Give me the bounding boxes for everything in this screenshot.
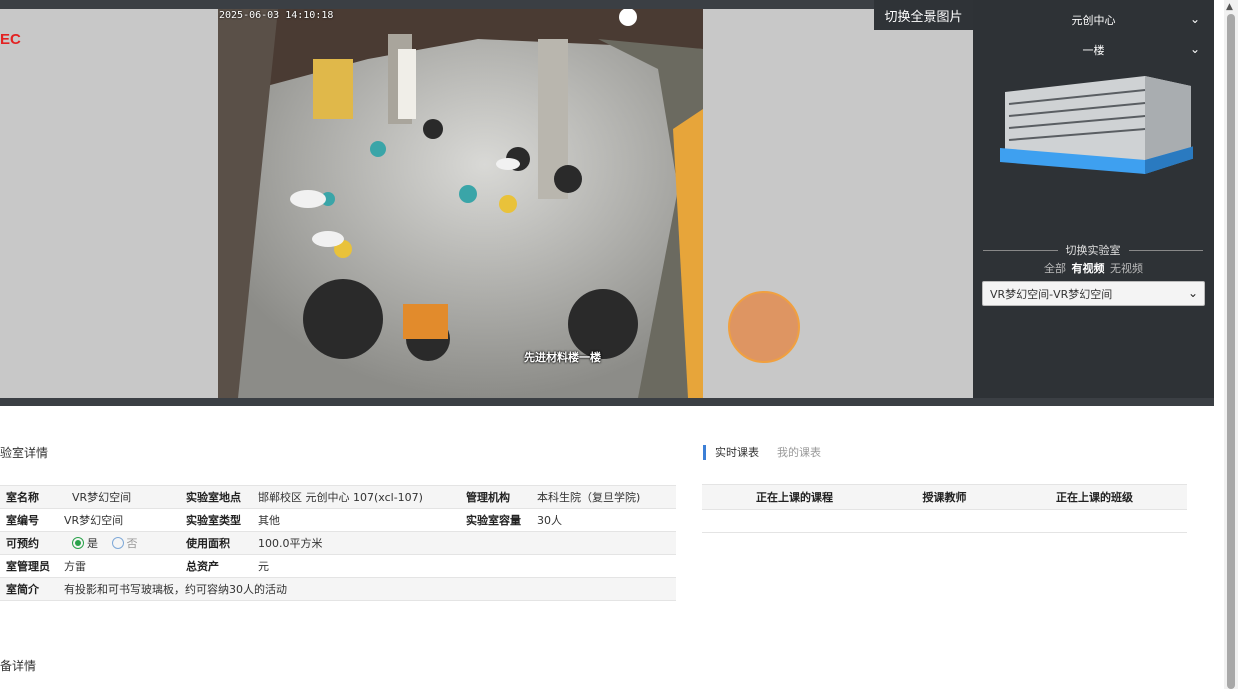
schedule-tabs: 实时课表 我的课表 — [703, 444, 839, 460]
table-row: 室名称 VR梦幻空间 实验室地点 邯郸校区 元创中心 107(xcl-107) … — [0, 485, 676, 509]
value: 本科生院（复旦学院) — [531, 485, 676, 509]
page-scrollbar[interactable]: ▲ — [1224, 0, 1238, 689]
floor-selector[interactable]: 一楼 ⌄ — [973, 39, 1214, 61]
value: 邯郸校区 元创中心 107(xcl-107) — [252, 485, 460, 509]
label: 实验室地点 — [180, 485, 252, 509]
column-header: 正在上课的课程 — [702, 484, 887, 510]
schedule-table: 正在上课的课程 授课教师 正在上课的班级 — [702, 484, 1187, 533]
radio-no-label: 否 — [126, 536, 138, 550]
radio-unchecked-icon — [111, 536, 124, 549]
label: 室管理员 — [0, 554, 58, 578]
table-row: 室编号 VR梦幻空间 实验室类型 其他 实验室容量 30人 — [0, 508, 676, 532]
building-3d-image[interactable] — [995, 72, 1193, 178]
label: 可预约 — [0, 531, 58, 555]
switch-lab-heading: 切换实验室 — [983, 242, 1203, 258]
radio-yes[interactable]: 是 — [72, 535, 98, 551]
divider — [1128, 249, 1203, 251]
table-header-row: 正在上课的课程 授课教师 正在上课的班级 — [702, 484, 1187, 510]
lab-select[interactable]: VR梦幻空间-VR梦幻空间 ⌄ — [982, 281, 1205, 306]
radio-checked-icon — [72, 536, 84, 549]
tab-my-schedule[interactable]: 我的课表 — [777, 444, 821, 460]
filter-all[interactable]: 全部 — [1044, 262, 1066, 275]
switch-panorama-button[interactable]: 切换全景图片 — [874, 0, 973, 30]
location-panel: 元创中心 ⌄ 一楼 ⌄ 切换实验室 全部 有视频 无视频 VR梦幻空间-VR梦幻… — [973, 0, 1214, 398]
label: 实验室类型 — [180, 508, 252, 532]
lab-filter-group: 全部 有视频 无视频 — [973, 260, 1214, 276]
chevron-down-icon: ⌄ — [1189, 12, 1200, 26]
label: 室名称 — [0, 485, 58, 509]
lab-details-title: 验室详情 — [0, 446, 49, 460]
label: 室编号 — [0, 508, 58, 532]
scroll-up-arrow-icon[interactable]: ▲ — [1226, 2, 1233, 12]
building-selector[interactable]: 元创中心 ⌄ — [973, 9, 1214, 31]
table-row: 室简介 有投影和可书写玻璃板，约可容纳30人的活动 — [0, 577, 676, 601]
value: 100.0平方米 — [252, 531, 460, 555]
value: VR梦幻空间 — [58, 508, 180, 532]
empty-cell — [460, 554, 531, 578]
camera-location-label: 先进材料楼一楼 — [524, 351, 601, 364]
scrollbar-thumb[interactable] — [1227, 14, 1235, 689]
brand-logo: EC — [0, 31, 21, 48]
page: EC 2025-06-03 14:10:18 先进材料楼一楼 切换全景图片 元创… — [0, 0, 1238, 689]
radio-yes-label: 是 — [87, 536, 98, 550]
lab-select-value: VR梦幻空间-VR梦幻空间 — [990, 287, 1113, 301]
filter-has-video[interactable]: 有视频 — [1072, 262, 1105, 275]
divider — [983, 249, 1058, 251]
label: 室简介 — [0, 577, 58, 601]
column-header: 授课教师 — [887, 484, 1002, 510]
filter-no-video[interactable]: 无视频 — [1110, 262, 1143, 275]
empty-cell — [531, 531, 676, 555]
value: VR梦幻空间 — [58, 485, 180, 509]
value: 其他 — [252, 508, 460, 532]
lab-details-table: 室名称 VR梦幻空间 实验室地点 邯郸校区 元创中心 107(xcl-107) … — [0, 485, 676, 601]
panorama-viewer[interactable]: EC 2025-06-03 14:10:18 先进材料楼一楼 — [0, 9, 973, 398]
value: 30人 — [531, 508, 676, 532]
empty-cell — [460, 531, 531, 555]
video-timestamp: 2025-06-03 14:10:18 — [219, 10, 334, 21]
table-row — [702, 509, 1187, 533]
value: 方雷 — [58, 554, 180, 578]
viewer-bottom-strip — [0, 398, 1214, 406]
camera-frame-image — [218, 9, 703, 398]
panorama-hotspot[interactable] — [728, 291, 800, 363]
empty-cell — [531, 554, 676, 578]
label: 实验室容量 — [460, 508, 531, 532]
value: 元 — [252, 554, 460, 578]
column-header: 正在上课的班级 — [1002, 484, 1187, 510]
device-details-title: 备详情 — [0, 659, 37, 673]
label: 总资产 — [180, 554, 252, 578]
active-tab-indicator — [703, 444, 706, 460]
label: 使用面积 — [180, 531, 252, 555]
table-row: 室管理员 方雷 总资产 元 — [0, 554, 676, 578]
label: 管理机构 — [460, 485, 531, 509]
switch-lab-title: 切换实验室 — [1065, 244, 1121, 257]
tab-live-schedule[interactable]: 实时课表 — [715, 444, 759, 460]
empty-cell — [702, 509, 1187, 533]
floor-selector-value: 一楼 — [1082, 44, 1105, 57]
building-selector-value: 元创中心 — [1071, 14, 1116, 27]
bookable-radio-group: 是 否 — [58, 531, 180, 555]
table-row: 可预约 是 否 使用面积 100.0平方米 — [0, 531, 676, 555]
camera-video[interactable]: 2025-06-03 14:10:18 先进材料楼一楼 — [218, 9, 703, 398]
chevron-down-icon: ⌄ — [1187, 286, 1198, 300]
radio-no[interactable]: 否 — [111, 535, 138, 551]
value: 有投影和可书写玻璃板，约可容纳30人的活动 — [58, 577, 676, 601]
chevron-down-icon: ⌄ — [1189, 42, 1200, 56]
